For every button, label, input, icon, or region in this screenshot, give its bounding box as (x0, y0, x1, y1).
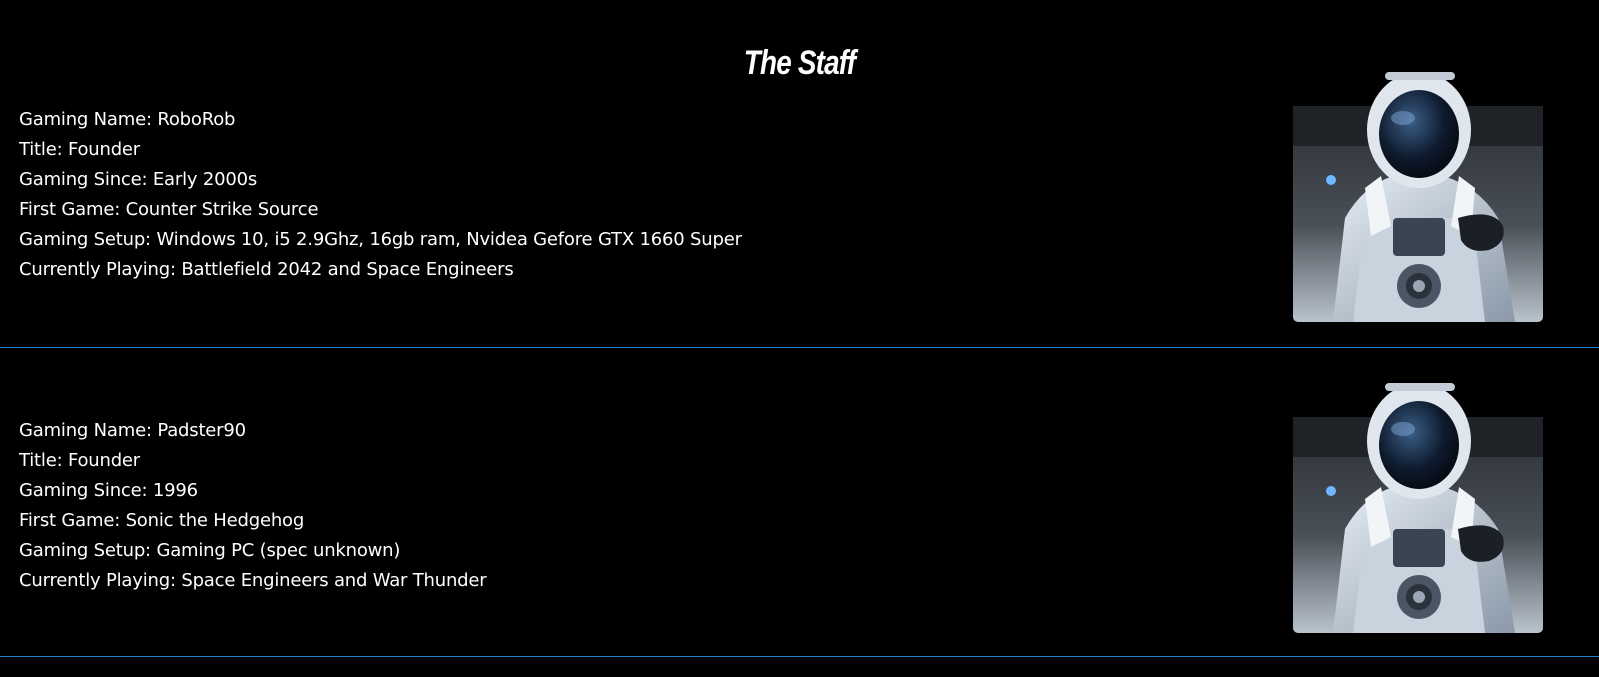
staff-card-roborob: Gaming Name: RoboRob Title: Founder Gami… (0, 48, 1599, 348)
first-game: First Game: Sonic the Hedgehog (19, 510, 305, 531)
staff-title: Title: Founder (19, 139, 141, 160)
astronaut-avatar (1293, 68, 1543, 324)
page-bottom-spacer (0, 657, 1599, 677)
gaming-since: Gaming Since: Early 2000s (19, 169, 258, 190)
gaming-since: Gaming Since: 1996 (19, 480, 198, 501)
astronaut-avatar (1293, 379, 1543, 635)
gaming-setup: Gaming Setup: Windows 10, i5 2.9Ghz, 16g… (19, 229, 742, 250)
gaming-name: Gaming Name: Padster90 (19, 420, 246, 441)
staff-title: Title: Founder (19, 450, 141, 471)
staff-details: Gaming Name: Padster90 Title: Founder Ga… (19, 416, 487, 596)
gaming-name: Gaming Name: RoboRob (19, 109, 236, 130)
currently-playing: Currently Playing: Space Engineers and W… (19, 570, 487, 591)
gaming-setup: Gaming Setup: Gaming PC (spec unknown) (19, 540, 401, 561)
staff-details: Gaming Name: RoboRob Title: Founder Gami… (19, 105, 742, 285)
currently-playing: Currently Playing: Battlefield 2042 and … (19, 259, 514, 280)
staff-card-padster90: Gaming Name: Padster90 Title: Founder Ga… (0, 349, 1599, 657)
first-game: First Game: Counter Strike Source (19, 199, 319, 220)
